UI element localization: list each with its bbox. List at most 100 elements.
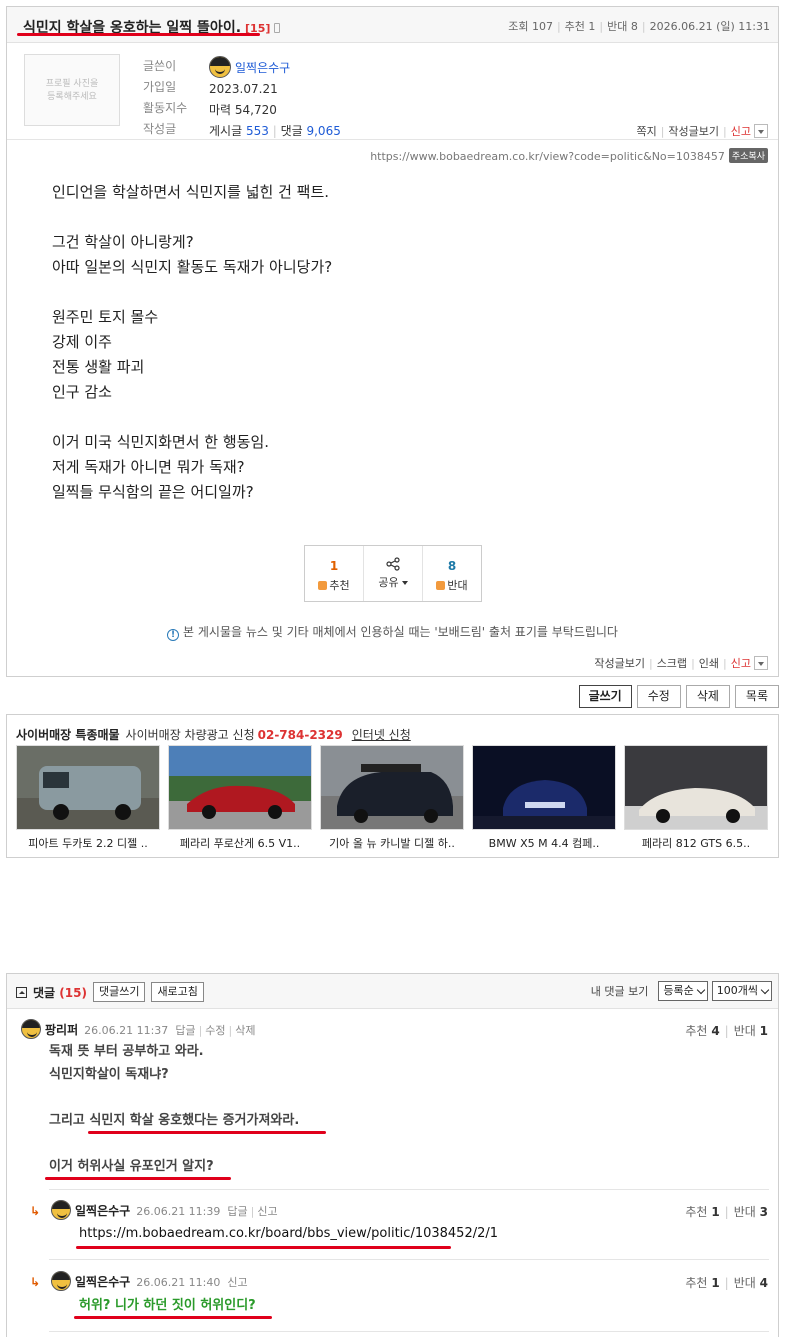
photo-placeholder-line2: 등록해주세요	[47, 92, 97, 102]
vote-box: 1 추천 공유 8 반대	[304, 545, 482, 602]
comment-recommend-label[interactable]: 추천	[685, 1024, 707, 1038]
per-page-value: 100개씩	[716, 984, 758, 997]
collapse-icon[interactable]	[16, 986, 27, 998]
avatar	[51, 1200, 71, 1220]
report-link-bottom[interactable]: 신고	[731, 657, 751, 670]
car-name[interactable]: 페라리 812 GTS 6.5..	[624, 835, 768, 851]
edit-comment-link[interactable]: 수정	[205, 1024, 225, 1037]
body-line: 일찍들 무식함의 끝은 어디일까?	[52, 483, 254, 501]
comment-oppose-label[interactable]: 반대	[734, 1276, 756, 1290]
posts-count[interactable]: 553	[246, 124, 269, 138]
comment-text: 허위? 니가 하던 짓이 허위인디?	[79, 1294, 256, 1317]
view-posts-link-bottom[interactable]: 작성글보기	[594, 657, 645, 670]
car-name[interactable]: 피아트 두카토 2.2 디젤 ..	[16, 835, 160, 851]
shop-item[interactable]: 페라리 812 GTS 6.5..	[624, 745, 768, 851]
comment-divider	[49, 1189, 769, 1190]
comment-author[interactable]: 일찍은수구	[75, 1275, 130, 1289]
views-label: 조회	[508, 20, 529, 33]
write-button[interactable]: 글쓰기	[578, 685, 632, 708]
comment-author-row: 일찍은수구 26.06.21 11:39 답글 | 신고	[51, 1200, 278, 1220]
refresh-button[interactable]: 새로고침	[151, 982, 204, 1002]
comments-header: 댓글 (15) 댓글쓰기 새로고침 내 댓글 보기 등록순 100개씩	[7, 974, 778, 1009]
comment-author[interactable]: 팡리퍼	[45, 1023, 78, 1037]
comment-text: 독재 뜻 부터 공부하고 와라. 식민지학살이 독재냐? 그리고 식민지 학살 …	[49, 1040, 299, 1178]
car-name[interactable]: 기아 올 뉴 카니발 디젤 하..	[320, 835, 464, 851]
car-image[interactable]	[16, 745, 160, 830]
author-profile: 프로필 사진을 등록해주세요 글쓴이 가입일 활동지수 작성글 일찍은수구 20…	[7, 44, 778, 140]
shop-item[interactable]: BMW X5 M 4.4 컴페..	[472, 745, 616, 851]
comments-count[interactable]: 9,065	[306, 124, 340, 138]
comment-time: 26.06.21 11:39	[136, 1205, 221, 1218]
message-link[interactable]: 쪽지	[636, 125, 656, 138]
comment-line	[49, 1132, 299, 1155]
write-comment-button[interactable]: 댓글쓰기	[92, 982, 146, 1002]
oppose-button[interactable]: 8 반대	[423, 546, 481, 601]
info-icon: !	[167, 629, 180, 641]
comment-text: https://m.bobaedream.co.kr/board/bbs_vie…	[79, 1222, 498, 1245]
comment-oppose-count: 4	[759, 1276, 768, 1290]
car-image[interactable]	[320, 745, 464, 830]
posts-label: 게시글	[209, 124, 243, 138]
post-body: 인디언을 학살하면서 식민지를 넓힌 건 팩트. 그건 학살이 아니랑게? 아따…	[52, 180, 332, 505]
car-image[interactable]	[168, 745, 312, 830]
activity-score: 마력 54,720	[209, 103, 277, 117]
comment-recommend-label[interactable]: 추천	[685, 1205, 707, 1219]
car-name[interactable]: BMW X5 M 4.4 컴페..	[472, 835, 616, 851]
shop-item[interactable]: 기아 올 뉴 카니발 디젤 하..	[320, 745, 464, 851]
body-line: 그건 학살이 아니랑게?	[52, 233, 194, 251]
oppose-label: 반대	[607, 20, 628, 33]
author-row[interactable]: 일찍은수구	[209, 56, 341, 79]
comments-section: 댓글 (15) 댓글쓰기 새로고침 내 댓글 보기 등록순 100개씩 팡리퍼 2…	[6, 973, 779, 1337]
oppose-button-label: 반대	[447, 579, 468, 592]
sort-select[interactable]: 등록순	[658, 981, 708, 1001]
comment-oppose-label[interactable]: 반대	[734, 1205, 756, 1219]
author-nickname[interactable]: 일찍은수구	[235, 61, 290, 75]
delete-button[interactable]: 삭제	[685, 685, 730, 708]
print-link[interactable]: 인쇄	[699, 657, 719, 670]
annotation-underline	[88, 1131, 326, 1134]
shop-item[interactable]: 피아트 두카토 2.2 디젤 ..	[16, 745, 160, 851]
comment-oppose-label[interactable]: 반대	[734, 1024, 756, 1038]
share-button[interactable]: 공유	[364, 546, 423, 601]
view-posts-link[interactable]: 작성글보기	[668, 125, 719, 138]
chevron-down-icon	[760, 985, 770, 994]
car-image[interactable]	[472, 745, 616, 830]
edit-button[interactable]: 수정	[636, 685, 681, 708]
photo-placeholder-line1: 프로필 사진을	[45, 79, 99, 89]
label-activity: 활동지수	[143, 101, 188, 115]
post-action-buttons: 글쓰기 수정 삭제 목록	[578, 685, 779, 708]
share-icon	[364, 557, 422, 572]
comment-votes: 추천 4 | 반대 1	[685, 1024, 768, 1038]
join-date: 2023.07.21	[209, 82, 278, 96]
report-comment-link[interactable]: 신고	[257, 1205, 277, 1218]
chevron-down-icon[interactable]	[754, 656, 768, 670]
delete-comment-link[interactable]: 삭제	[235, 1024, 255, 1037]
post-url-row: https://www.bobaedream.co.kr/view?code=p…	[370, 148, 768, 163]
reply-link[interactable]: 답글	[227, 1205, 247, 1218]
shop-apply-link[interactable]: 인터넷 신청	[352, 728, 411, 742]
reply-arrow-icon: ↳	[30, 1275, 41, 1289]
thumbs-down-icon	[436, 581, 446, 590]
comment-link[interactable]: https://m.bobaedream.co.kr/board/bbs_vie…	[79, 1222, 498, 1245]
per-page-select[interactable]: 100개씩	[711, 981, 772, 1001]
post-url: https://www.bobaedream.co.kr/view?code=p…	[370, 150, 725, 163]
comment-author[interactable]: 일찍은수구	[75, 1204, 130, 1218]
report-comment-link[interactable]: 신고	[227, 1276, 247, 1289]
my-comments-link[interactable]: 내 댓글 보기	[591, 983, 649, 999]
report-link[interactable]: 신고	[731, 125, 751, 138]
body-line: 인구 감소	[52, 383, 112, 401]
annotation-underline	[45, 1177, 231, 1180]
scrap-link[interactable]: 스크랩	[657, 657, 687, 670]
avatar	[21, 1019, 41, 1039]
car-name[interactable]: 페라리 푸로산게 6.5 V1..	[168, 835, 312, 851]
shop-item[interactable]: 페라리 푸로산게 6.5 V1..	[168, 745, 312, 851]
recommend-button[interactable]: 1 추천	[305, 546, 364, 601]
car-image[interactable]	[624, 745, 768, 830]
shop-subtitle: 사이버매장 차량광고 신청	[125, 728, 255, 742]
chevron-down-icon[interactable]	[754, 124, 768, 138]
comment-recommend-label[interactable]: 추천	[685, 1276, 707, 1290]
copy-url-button[interactable]: 주소복사	[728, 148, 768, 163]
reply-link[interactable]: 답글	[175, 1024, 195, 1037]
comment-line: 허위? 니가 하던 짓이 허위인디?	[79, 1298, 256, 1313]
list-button[interactable]: 목록	[734, 685, 779, 708]
